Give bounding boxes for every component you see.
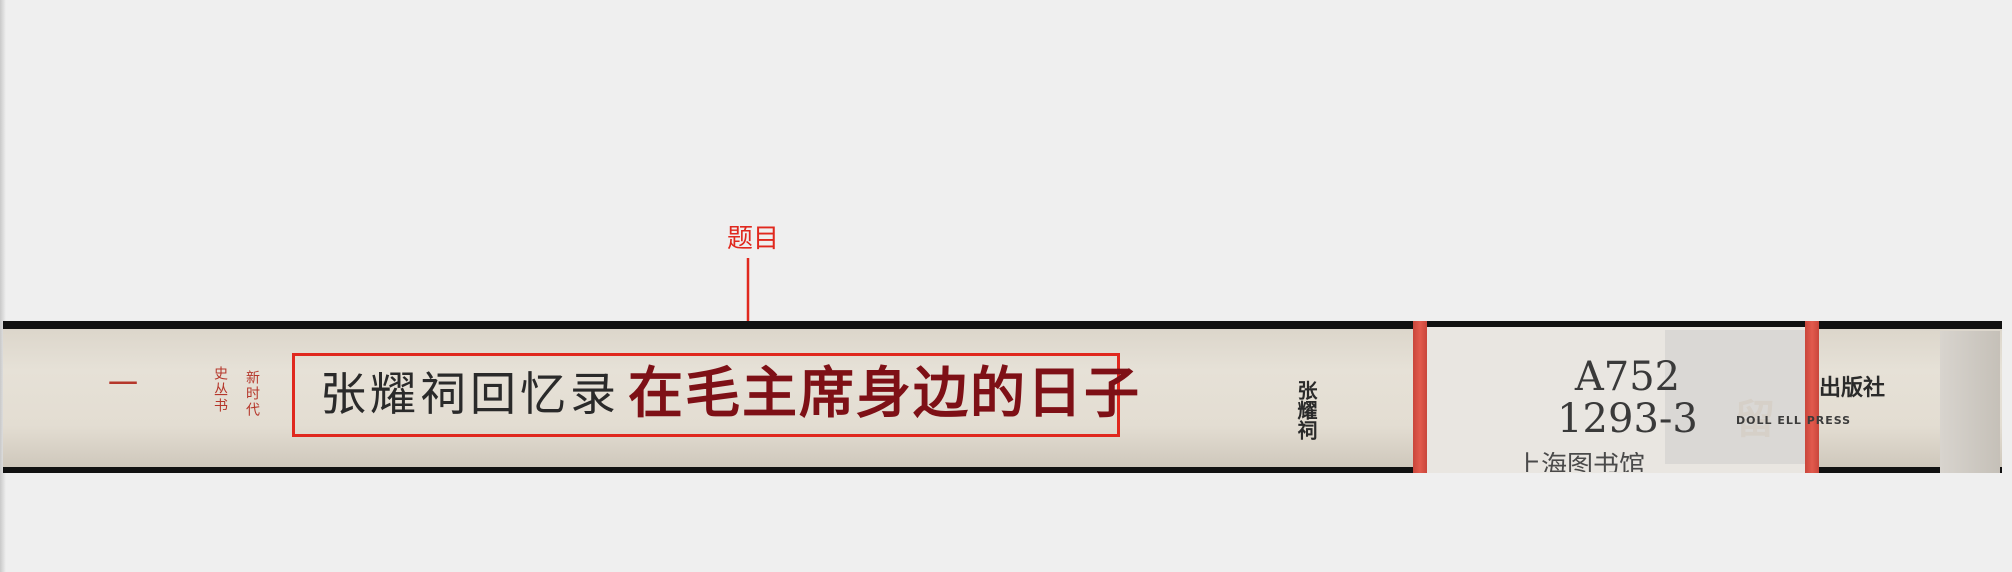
red-band-right <box>1805 321 1819 473</box>
annotation-label: 题目 <box>727 224 780 254</box>
call-number-line-2: 1293-3 <box>1557 396 1698 442</box>
series-text-column-1: 新时代 <box>244 370 260 418</box>
book-title: 在毛主席身边的日子 <box>628 361 1142 425</box>
annotation-arrow <box>741 258 755 360</box>
press-english: DOLL ELL PRESS <box>1736 414 1852 427</box>
author-name: 张耀祠 <box>1294 380 1318 440</box>
publisher-name: 出版社 <box>1819 375 1886 401</box>
series-text-column-2: 史丛书 <box>212 366 228 414</box>
library-name: 上海图书馆 <box>1515 452 1646 472</box>
call-number: A752 1293-3 <box>1540 356 1715 440</box>
memoir-label: 张耀祠回忆录 <box>320 367 620 421</box>
spine-right-end <box>1940 331 2000 473</box>
call-number-line-1: A752 <box>1574 354 1681 400</box>
red-band-left <box>1413 321 1427 473</box>
page-edge-shadow <box>0 0 6 572</box>
series-text-column-3: 一 <box>102 368 137 400</box>
